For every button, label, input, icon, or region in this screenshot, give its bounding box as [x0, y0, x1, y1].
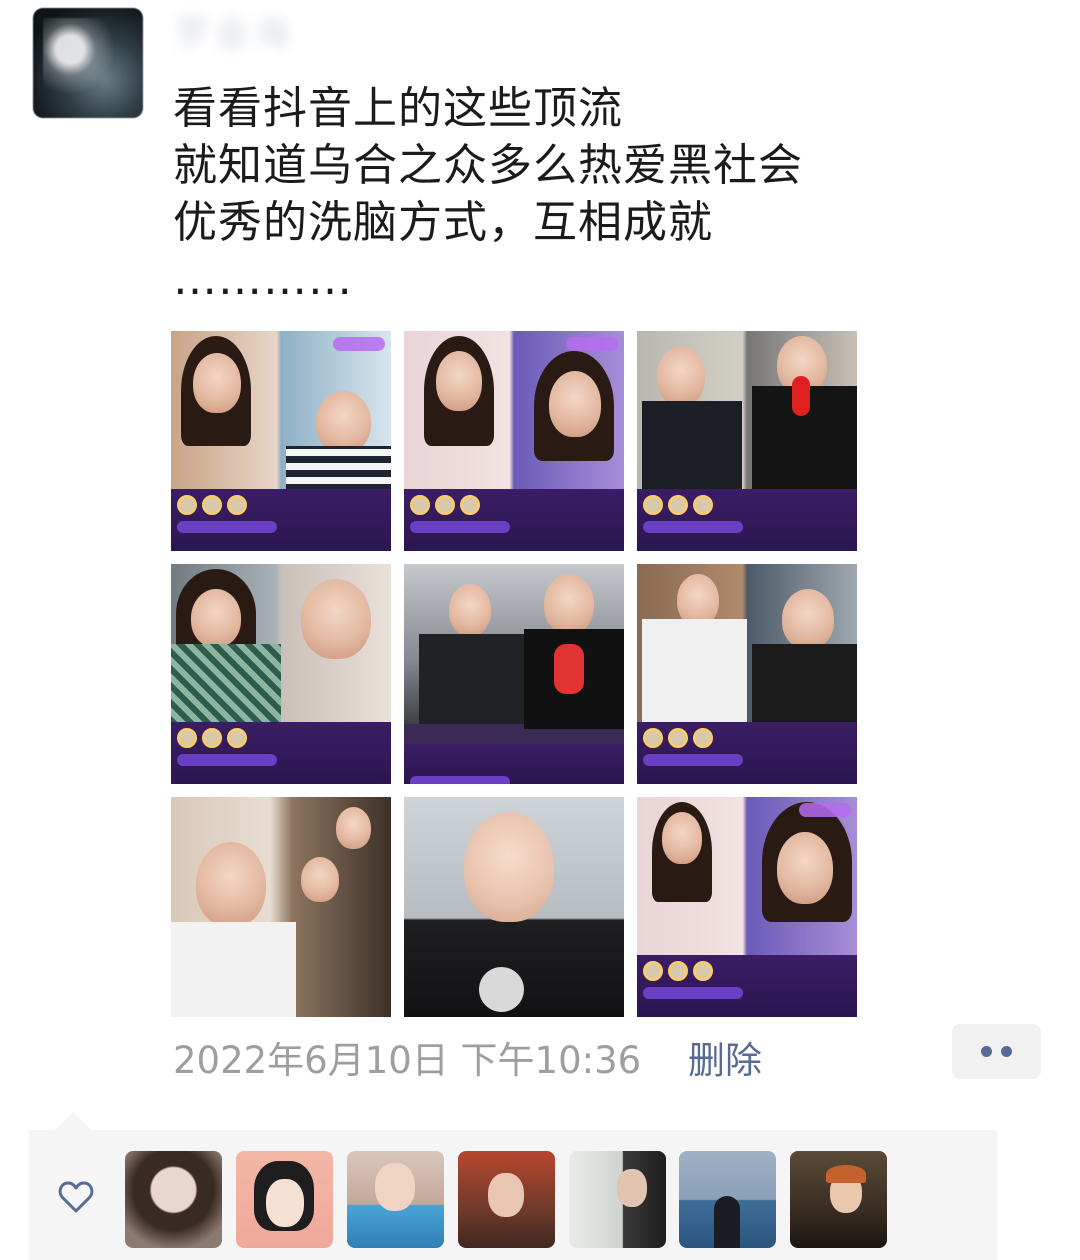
- liker-avatar[interactable]: [125, 1151, 222, 1248]
- likes-panel-caret: [55, 1112, 91, 1130]
- image-grid: [171, 331, 857, 1017]
- author-avatar[interactable]: [33, 8, 143, 118]
- grid-image-1[interactable]: [171, 331, 391, 551]
- post-text: 看看抖音上的这些顶流 就知道乌合之众多么热爱黑社会 优秀的洗脑方式，互相成就 ……: [173, 80, 993, 308]
- grid-image-2[interactable]: [404, 331, 624, 551]
- heart-outline-icon: [58, 1181, 94, 1213]
- liker-avatar[interactable]: [236, 1151, 333, 1248]
- author-name[interactable]: 罗金海: [175, 12, 315, 56]
- liker-avatar[interactable]: [569, 1151, 666, 1248]
- grid-image-9[interactable]: [637, 797, 857, 1017]
- post-text-line: …………: [173, 254, 353, 305]
- grid-image-6[interactable]: [637, 564, 857, 784]
- delete-button[interactable]: 删除: [688, 1030, 762, 1084]
- dot-icon: [1001, 1046, 1012, 1057]
- grid-image-5[interactable]: [404, 564, 624, 784]
- grid-image-4[interactable]: [171, 564, 391, 784]
- liker-avatar[interactable]: [790, 1151, 887, 1248]
- grid-image-8[interactable]: [404, 797, 624, 1017]
- grid-image-3[interactable]: [637, 331, 857, 551]
- liker-avatar[interactable]: [347, 1151, 444, 1248]
- post-text-line: 就知道乌合之众多么热爱黑社会: [173, 140, 803, 191]
- more-options-button[interactable]: [952, 1024, 1041, 1079]
- grid-image-7[interactable]: [171, 797, 391, 1017]
- post-timestamp: 2022年6月10日 下午10:36: [173, 1039, 642, 1082]
- post-text-line: 优秀的洗脑方式，互相成就: [173, 197, 713, 248]
- post-text-line: 看看抖音上的这些顶流: [173, 83, 623, 134]
- dot-icon: [981, 1046, 992, 1057]
- liker-avatar[interactable]: [458, 1151, 555, 1248]
- liker-avatar[interactable]: [679, 1151, 776, 1248]
